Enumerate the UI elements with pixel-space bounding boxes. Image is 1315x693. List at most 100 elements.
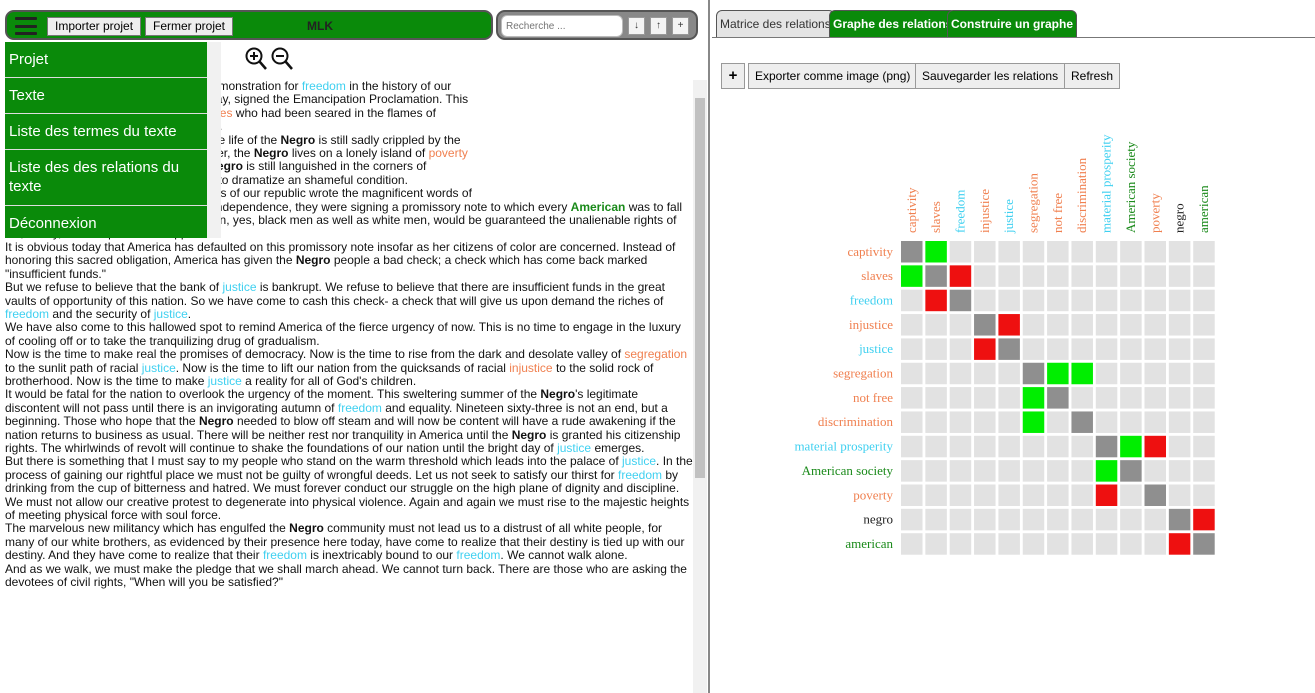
menu-item-liste-termes[interactable]: Liste des termes du texte xyxy=(5,114,207,150)
matrix-cell[interactable] xyxy=(1022,435,1045,458)
matrix-cell-diagonal[interactable] xyxy=(1022,362,1045,385)
matrix-cell[interactable] xyxy=(1095,362,1118,385)
highlighted-term[interactable]: justice xyxy=(208,374,242,388)
matrix-cell[interactable] xyxy=(1095,411,1118,433)
matrix-cell[interactable] xyxy=(1144,314,1167,336)
matrix-cell[interactable] xyxy=(901,314,923,336)
matrix-cell[interactable] xyxy=(925,484,947,507)
matrix-cell[interactable] xyxy=(998,435,1020,458)
matrix-cell[interactable] xyxy=(1168,338,1191,360)
matrix-cell[interactable] xyxy=(1120,533,1142,555)
matrix-cell[interactable] xyxy=(1022,338,1045,360)
highlighted-term[interactable]: Negro xyxy=(296,253,331,267)
matrix-cell[interactable] xyxy=(1120,411,1142,433)
matrix-cell[interactable] xyxy=(1120,241,1142,263)
import-project-button[interactable]: Importer projet xyxy=(47,17,142,36)
matrix-cell[interactable] xyxy=(1168,435,1191,458)
matrix-cell[interactable] xyxy=(1095,508,1118,531)
matrix-cell[interactable] xyxy=(901,460,923,482)
matrix-cell-diagonal[interactable] xyxy=(1168,508,1191,531)
matrix-cell[interactable] xyxy=(998,289,1020,312)
matrix-cell[interactable] xyxy=(1047,265,1069,287)
matrix-cell[interactable] xyxy=(1193,241,1215,263)
matrix-cell[interactable] xyxy=(1168,289,1191,312)
highlighted-term[interactable]: segregation xyxy=(624,347,687,361)
highlighted-term[interactable]: poverty xyxy=(429,146,468,160)
highlighted-term[interactable]: freedom xyxy=(302,80,346,93)
matrix-cell-negative[interactable] xyxy=(949,265,972,287)
matrix-cell[interactable] xyxy=(1071,241,1093,263)
matrix-cell[interactable] xyxy=(901,387,923,409)
scrollbar-thumb[interactable] xyxy=(695,98,705,478)
matrix-cell[interactable] xyxy=(1071,314,1093,336)
matrix-cell[interactable] xyxy=(1022,314,1045,336)
matrix-cell[interactable] xyxy=(1193,314,1215,336)
matrix-cell[interactable] xyxy=(1168,241,1191,263)
highlighted-term[interactable]: Negro xyxy=(199,414,234,428)
matrix-cell[interactable] xyxy=(1071,387,1093,409)
matrix-cell[interactable] xyxy=(1071,289,1093,312)
arrow-up-icon[interactable]: ↑ xyxy=(650,17,667,35)
matrix-cell[interactable] xyxy=(1144,387,1167,409)
highlighted-term[interactable]: freedom xyxy=(618,468,662,482)
matrix-cell-diagonal[interactable] xyxy=(925,265,947,287)
matrix-cell[interactable] xyxy=(998,241,1020,263)
matrix-cell[interactable] xyxy=(1193,338,1215,360)
highlighted-term[interactable]: freedom xyxy=(456,548,500,562)
arrow-down-icon[interactable]: ↓ xyxy=(628,17,645,35)
matrix-cell[interactable] xyxy=(1120,338,1142,360)
highlighted-term[interactable]: freedom xyxy=(338,401,382,415)
matrix-cell[interactable] xyxy=(1022,265,1045,287)
matrix-cell[interactable] xyxy=(1168,387,1191,409)
matrix-cell-diagonal[interactable] xyxy=(1193,533,1215,555)
highlighted-term[interactable]: freedom xyxy=(263,548,307,562)
search-input[interactable] xyxy=(501,15,623,37)
highlighted-term[interactable]: Negro xyxy=(289,521,324,535)
matrix-cell[interactable] xyxy=(1168,484,1191,507)
matrix-cell-positive[interactable] xyxy=(901,265,923,287)
matrix-cell[interactable] xyxy=(974,265,996,287)
matrix-cell[interactable] xyxy=(949,241,972,263)
matrix-cell[interactable] xyxy=(901,362,923,385)
matrix-cell[interactable] xyxy=(949,460,972,482)
matrix-cell[interactable] xyxy=(1022,460,1045,482)
highlighted-term[interactable]: American xyxy=(571,200,626,214)
highlighted-term[interactable]: Negro xyxy=(540,387,575,401)
matrix-cell[interactable] xyxy=(1022,289,1045,312)
save-relations-button[interactable]: Sauvegarder les relations xyxy=(915,63,1066,89)
matrix-cell[interactable] xyxy=(949,533,972,555)
matrix-cell[interactable] xyxy=(901,338,923,360)
highlighted-term[interactable]: justice xyxy=(142,361,176,375)
matrix-cell[interactable] xyxy=(1022,533,1045,555)
matrix-cell-negative[interactable] xyxy=(974,338,996,360)
matrix-cell[interactable] xyxy=(1071,338,1093,360)
matrix-cell[interactable] xyxy=(1120,265,1142,287)
matrix-cell[interactable] xyxy=(1168,411,1191,433)
matrix-cell[interactable] xyxy=(1193,387,1215,409)
matrix-cell[interactable] xyxy=(1144,533,1167,555)
matrix-cell[interactable] xyxy=(1193,265,1215,287)
matrix-cell[interactable] xyxy=(1047,338,1069,360)
matrix-cell[interactable] xyxy=(949,484,972,507)
matrix-cell[interactable] xyxy=(1120,484,1142,507)
matrix-cell[interactable] xyxy=(1095,533,1118,555)
matrix-cell[interactable] xyxy=(974,508,996,531)
highlighted-term[interactable]: Negro xyxy=(512,428,547,442)
matrix-cell[interactable] xyxy=(949,314,972,336)
matrix-cell-diagonal[interactable] xyxy=(1071,411,1093,433)
matrix-cell[interactable] xyxy=(1047,508,1069,531)
matrix-cell[interactable] xyxy=(1120,362,1142,385)
matrix-cell[interactable] xyxy=(998,411,1020,433)
matrix-cell-positive[interactable] xyxy=(1095,460,1118,482)
matrix-cell[interactable] xyxy=(974,435,996,458)
matrix-cell[interactable] xyxy=(998,533,1020,555)
matrix-cell[interactable] xyxy=(974,241,996,263)
matrix-cell[interactable] xyxy=(1095,265,1118,287)
matrix-cell[interactable] xyxy=(1144,508,1167,531)
matrix-cell-positive[interactable] xyxy=(925,241,947,263)
matrix-cell[interactable] xyxy=(949,338,972,360)
matrix-cell-negative[interactable] xyxy=(1193,508,1215,531)
matrix-cell[interactable] xyxy=(1047,460,1069,482)
matrix-cell[interactable] xyxy=(925,338,947,360)
matrix-cell[interactable] xyxy=(1168,265,1191,287)
